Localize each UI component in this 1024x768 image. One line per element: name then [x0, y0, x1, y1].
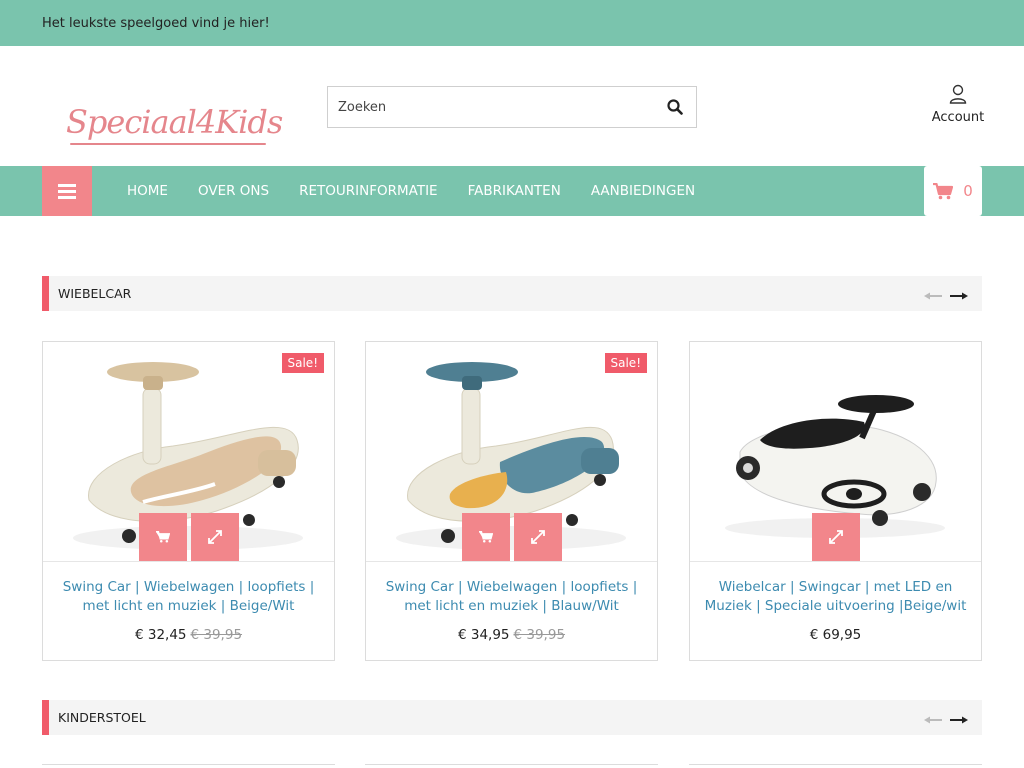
- add-to-cart-button[interactable]: [461, 513, 510, 561]
- sale-badge: Sale!: [281, 353, 324, 373]
- account-label: Account: [931, 110, 985, 125]
- product-actions: [690, 513, 981, 561]
- hamburger-icon: [58, 183, 76, 199]
- search-input[interactable]: [328, 87, 654, 127]
- quick-view-button[interactable]: [190, 513, 239, 561]
- section-title: WIEBELCAR: [58, 286, 132, 301]
- product-price: € 32,45 € 39,95: [43, 627, 334, 643]
- product-image[interactable]: [690, 342, 981, 562]
- search-button[interactable]: [654, 87, 696, 127]
- product-card: Wiebelcar | Swingcar | met LED en Muziek…: [689, 341, 982, 661]
- sale-badge: Sale!: [604, 353, 647, 373]
- product-name[interactable]: Wiebelcar | Swingcar | met LED en Muziek…: [690, 578, 981, 616]
- old-price: € 39,95: [513, 627, 566, 643]
- current-price: € 32,45: [134, 627, 187, 643]
- carousel-arrows: [924, 292, 968, 300]
- section-title: KINDERSTOEL: [58, 710, 146, 725]
- top-announcement-bar: Het leukste speelgoed vind je hier!: [0, 0, 1024, 46]
- account-link[interactable]: Account: [930, 84, 986, 125]
- quick-view-button[interactable]: [811, 513, 860, 561]
- arrow-right-icon[interactable]: [950, 292, 968, 300]
- product-card: Sale! Swing Car | Wiebelwagen | loopfiet…: [365, 341, 658, 661]
- quick-view-button[interactable]: [513, 513, 562, 561]
- nav-home[interactable]: HOME: [112, 183, 183, 199]
- arrow-left-icon[interactable]: [924, 292, 942, 300]
- menu-toggle-button[interactable]: [42, 166, 92, 216]
- add-to-cart-button[interactable]: [138, 513, 187, 561]
- section-header-kinderstoel: KINDERSTOEL: [42, 700, 982, 735]
- product-image[interactable]: Sale!: [366, 342, 657, 562]
- product-name[interactable]: Swing Car | Wiebelwagen | loopfiets | me…: [366, 578, 657, 616]
- section-header-wiebelcar: WIEBELCAR: [42, 276, 982, 311]
- carousel-arrows: [924, 716, 968, 724]
- arrow-left-icon[interactable]: [924, 716, 942, 724]
- site-logo[interactable]: Speciaal4Kids: [66, 103, 283, 145]
- current-price: € 34,95: [457, 627, 510, 643]
- main-navbar: HOME OVER ONS RETOURINFORMATIE FABRIKANT…: [0, 166, 1024, 216]
- nav-fabrikanten[interactable]: FABRIKANTEN: [453, 183, 576, 199]
- cart-count: 0: [963, 182, 973, 200]
- current-price: € 69,95: [809, 627, 862, 643]
- expand-icon: [828, 530, 843, 544]
- search-bar: [327, 86, 697, 128]
- nav-links: HOME OVER ONS RETOURINFORMATIE FABRIKANT…: [112, 166, 710, 216]
- product-card-partial: [42, 764, 335, 768]
- user-icon: [949, 84, 967, 104]
- nav-aanbiedingen[interactable]: AANBIEDINGEN: [576, 183, 710, 199]
- product-image[interactable]: Sale!: [43, 342, 334, 562]
- product-card: Sale! Swing Car | Wiebelwagen | loopfiet…: [42, 341, 335, 661]
- nav-retourinformatie[interactable]: RETOURINFORMATIE: [284, 183, 453, 199]
- product-price: € 69,95: [690, 627, 981, 643]
- cart-icon: [933, 182, 954, 199]
- product-card-partial: [689, 764, 982, 768]
- logo-underline: [70, 143, 266, 145]
- expand-icon: [207, 530, 222, 544]
- product-name[interactable]: Swing Car | Wiebelwagen | loopfiets | me…: [43, 578, 334, 616]
- arrow-right-icon[interactable]: [950, 716, 968, 724]
- cart-icon: [478, 531, 493, 543]
- cart-button[interactable]: 0: [924, 166, 982, 216]
- site-header: Speciaal4Kids Account: [0, 46, 1024, 166]
- logo-text: Speciaal4Kids: [66, 103, 283, 141]
- product-actions: [43, 513, 334, 561]
- search-icon: [667, 99, 683, 115]
- product-price: € 34,95 € 39,95: [366, 627, 657, 643]
- old-price: € 39,95: [190, 627, 243, 643]
- product-actions: [366, 513, 657, 561]
- tagline: Het leukste speelgoed vind je hier!: [42, 15, 270, 31]
- expand-icon: [530, 530, 545, 544]
- nav-over-ons[interactable]: OVER ONS: [183, 183, 284, 199]
- product-card-partial: [365, 764, 658, 768]
- cart-icon: [155, 531, 170, 543]
